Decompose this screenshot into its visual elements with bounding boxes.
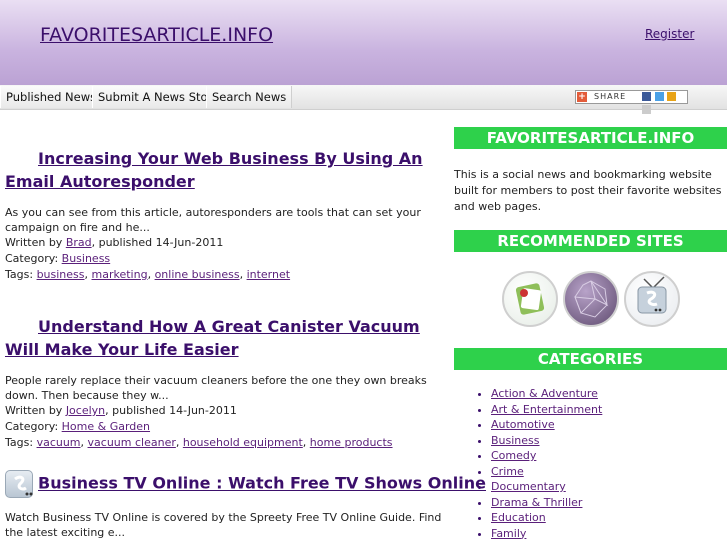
tag-link[interactable]: internet	[247, 268, 291, 281]
tag-link[interactable]: vacuum cleaner	[88, 436, 176, 449]
tag-link[interactable]: online business	[155, 268, 240, 281]
article-title-link[interactable]: Understand How A Great Canister Vacuum W…	[5, 317, 420, 359]
bookmark-icon	[667, 92, 677, 101]
article-tags-line: Tags: vacuum, vacuum cleaner, household …	[5, 436, 393, 449]
list-item: Family	[491, 526, 602, 542]
share-service-icons	[642, 92, 686, 114]
category-link-education[interactable]: Education	[491, 511, 546, 524]
list-item: Art & Entertainment	[491, 402, 602, 418]
list-item: Education	[491, 510, 602, 526]
twitter-icon	[654, 92, 664, 101]
article-category-line: Category: Home & Garden	[5, 420, 151, 433]
article-item: Understand How A Great Canister Vacuum W…	[5, 315, 450, 451]
article-item: Business TV Online : Watch Free TV Shows…	[5, 470, 486, 540]
article-title-link[interactable]: Increasing Your Web Business By Using An…	[5, 149, 423, 191]
sidebar-site-heading: FAVORITESARTICLE.INFO	[454, 127, 727, 149]
list-item: Business	[491, 433, 602, 449]
category-link-action-adventure[interactable]: Action & Adventure	[491, 387, 598, 400]
nav-search-news[interactable]: Search News	[206, 86, 293, 108]
article-summary: As you can see from this article, autore…	[5, 206, 421, 234]
list-item: Action & Adventure	[491, 386, 602, 402]
article-author-line: Written by Jocelyn, published 14-Jun-201…	[5, 404, 237, 417]
list-item: Crime	[491, 464, 602, 480]
site-header: FAVORITESARTICLE.INFO Register	[0, 0, 727, 85]
share-label: SHARE	[594, 92, 627, 101]
tag-link[interactable]: business	[37, 268, 85, 281]
site-title-link[interactable]: FAVORITESARTICLE.INFO	[40, 24, 273, 46]
article-item: Increasing Your Web Business By Using An…	[5, 147, 450, 283]
categories-heading: CATEGORIES	[454, 348, 727, 370]
category-link-documentary[interactable]: Documentary	[491, 480, 566, 493]
nav-published-news[interactable]: Published News	[0, 86, 103, 108]
tag-link[interactable]: household equipment	[183, 436, 303, 449]
recommended-site-globe-icon[interactable]	[563, 271, 619, 327]
category-link-automotive[interactable]: Automotive	[491, 418, 555, 431]
category-link-crime[interactable]: Crime	[491, 465, 524, 478]
tv-guide-icon	[5, 470, 33, 498]
article-title-link[interactable]: Business TV Online : Watch Free TV Shows…	[38, 474, 486, 493]
category-link-art-entertainment[interactable]: Art & Entertainment	[491, 403, 602, 416]
category-link-drama-thriller[interactable]: Drama & Thriller	[491, 496, 582, 509]
categories-list: Action & Adventure Art & Entertainment A…	[473, 386, 602, 541]
recommended-site-tv-icon[interactable]	[624, 271, 680, 327]
category-link-business[interactable]: Business	[491, 434, 540, 447]
tag-link[interactable]: home products	[310, 436, 393, 449]
article-category-line: Category: Business	[5, 252, 111, 265]
author-link[interactable]: Jocelyn	[66, 404, 105, 417]
list-item: Drama & Thriller	[491, 495, 602, 511]
more-icon	[642, 105, 651, 114]
article-summary: Watch Business TV Online is covered by t…	[5, 511, 442, 539]
list-item: Documentary	[491, 479, 602, 495]
category-link-comedy[interactable]: Comedy	[491, 449, 536, 462]
list-item: Automotive	[491, 417, 602, 433]
list-item: Comedy	[491, 448, 602, 464]
share-button[interactable]: + SHARE	[575, 90, 688, 114]
author-link[interactable]: Brad	[66, 236, 92, 249]
register-link[interactable]: Register	[645, 27, 694, 41]
article-author-line: Written by Brad, published 14-Jun-2011	[5, 236, 224, 249]
facebook-icon	[642, 92, 651, 101]
sidebar-site-description: This is a social news and bookmarking we…	[454, 168, 722, 213]
article-tags-line: Tags: business, marketing, online busine…	[5, 268, 291, 281]
recommended-site-game-icon[interactable]	[502, 271, 558, 327]
article-summary: People rarely replace their vacuum clean…	[5, 374, 427, 402]
recommended-sites-heading: RECOMMENDED SITES	[454, 230, 727, 252]
tag-link[interactable]: marketing	[92, 268, 148, 281]
tag-link[interactable]: vacuum	[37, 436, 81, 449]
plus-icon: +	[577, 92, 587, 102]
category-link-family[interactable]: Family	[491, 527, 526, 540]
category-link[interactable]: Business	[62, 252, 111, 265]
category-link[interactable]: Home & Garden	[62, 420, 150, 433]
